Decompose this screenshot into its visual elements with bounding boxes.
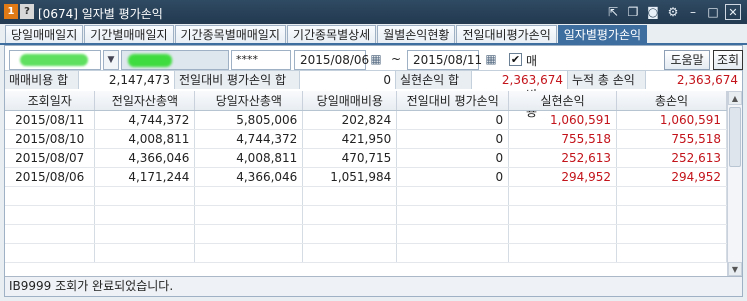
cell-prev-day-eval-pnl: 0 xyxy=(396,110,510,130)
pin-icon[interactable]: ⇱ xyxy=(605,4,621,20)
empty-row xyxy=(5,205,727,225)
main-panel: ▼ **** 2015/08/06 ▦ ~ 2015/08/11 ▦ ✔ 매매비… xyxy=(4,45,743,297)
cell-total-pnl: 252,613 xyxy=(616,148,727,168)
window-controls: ⇱ ❐ ◙ ⚙ – □ ✕ xyxy=(605,4,741,20)
minimize-icon[interactable]: – xyxy=(685,4,701,20)
window-title: [0674] 일자별 평가손익 xyxy=(38,7,163,21)
column-header-today-assets[interactable]: 당일자산총액 xyxy=(194,91,304,111)
window-number-badge: 1 xyxy=(4,4,18,19)
account-name-redaction xyxy=(128,54,172,67)
scroll-up-icon[interactable]: ▲ xyxy=(728,91,742,105)
tab-daily-journal[interactable]: 당일매매일지 xyxy=(5,25,84,44)
tab-period-stock-detail[interactable]: 기간종목별상세 xyxy=(286,25,377,44)
end-date-field[interactable]: 2015/08/11 xyxy=(407,50,482,70)
camera-icon[interactable]: ◙ xyxy=(645,4,661,20)
empty-row xyxy=(5,224,727,244)
password-field[interactable]: **** xyxy=(231,50,291,70)
table-row[interactable]: 2015/08/06 4,171,244 4,366,046 1,051,984… xyxy=(5,167,727,187)
cell-date: 2015/08/06 xyxy=(5,167,96,187)
column-header-total-pnl[interactable]: 총손익 xyxy=(616,91,727,111)
cell-today-assets: 4,008,811 xyxy=(194,148,304,168)
table-header-row: 조회일자 전일자산총액 당일자산총액 당일매매비용 전일대비 평가손익 실현손익… xyxy=(5,91,727,111)
cell-prev-day-eval-pnl: 0 xyxy=(396,129,510,149)
calendar-icon[interactable]: ▦ xyxy=(483,51,499,69)
start-date-field[interactable]: 2015/08/06 xyxy=(294,50,369,70)
status-bar: IB9999 조회가 완료되었습니다. xyxy=(5,276,742,296)
cell-today-fees: 470,715 xyxy=(302,148,398,168)
column-header-prev-day-eval-pnl[interactable]: 전일대비 평가손익 xyxy=(396,91,510,111)
cell-today-assets: 4,744,372 xyxy=(194,129,304,149)
account-dropdown-button[interactable]: ▼ xyxy=(103,50,119,70)
fee-sum-value: 2,147,473 xyxy=(79,71,175,89)
cell-total-pnl: 1,060,591 xyxy=(616,110,727,130)
cell-today-fees: 202,824 xyxy=(302,110,398,130)
copy-icon[interactable]: ❐ xyxy=(625,4,641,20)
empty-row xyxy=(5,186,727,206)
column-header-today-fees[interactable]: 당일매매비용 xyxy=(302,91,398,111)
realized-sum-value: 2,363,674 xyxy=(472,71,568,89)
cell-realized-pnl: 294,952 xyxy=(508,167,618,187)
table-row[interactable]: 2015/08/07 4,366,046 4,008,811 470,715 0… xyxy=(5,148,727,168)
cell-date: 2015/08/11 xyxy=(5,110,96,130)
column-header-prev-assets[interactable]: 전일자산총액 xyxy=(94,91,196,111)
cell-today-assets: 5,805,006 xyxy=(194,110,304,130)
realized-sum-label: 실현손익 합 xyxy=(396,71,472,89)
table-row[interactable]: 2015/08/10 4,008,811 4,744,372 421,950 0… xyxy=(5,129,727,149)
summary-row: 매매비용 합 2,147,473 전일대비 평가손익 합 0 실현손익 합 2,… xyxy=(5,70,742,89)
scroll-down-icon[interactable]: ▼ xyxy=(728,262,742,276)
cell-today-fees: 1,051,984 xyxy=(302,167,398,187)
cell-prev-assets: 4,744,372 xyxy=(94,110,196,130)
calendar-icon[interactable]: ▦ xyxy=(368,51,384,69)
account-name-field xyxy=(121,50,229,70)
total-pnl-value: 2,363,674 xyxy=(646,71,742,89)
vertical-scrollbar[interactable]: ▲ ▼ xyxy=(727,91,742,276)
empty-row xyxy=(5,243,727,263)
table-row[interactable]: 2015/08/11 4,744,372 5,805,006 202,824 0… xyxy=(5,110,727,130)
gear-icon[interactable]: ⚙ xyxy=(665,4,681,20)
cell-realized-pnl: 1,060,591 xyxy=(508,110,618,130)
tab-monthly-pnl[interactable]: 월별손익현황 xyxy=(377,25,456,44)
cell-today-assets: 4,366,046 xyxy=(194,167,304,187)
cell-prev-assets: 4,008,811 xyxy=(94,129,196,149)
cell-total-pnl: 755,518 xyxy=(616,129,727,149)
cell-prev-day-eval-pnl: 0 xyxy=(396,148,510,168)
fee-sum-label: 매매비용 합 xyxy=(5,71,79,89)
prev-day-eval-sum-value: 0 xyxy=(300,71,396,89)
title-bar: 1 ? [0674] 일자별 평가손익 ⇱ ❐ ◙ ⚙ – □ ✕ xyxy=(0,0,747,24)
tab-daily-eval-pnl[interactable]: 일자별평가손익 xyxy=(557,25,648,44)
total-pnl-label: 누적 총 손익 xyxy=(568,71,646,89)
maximize-icon[interactable]: □ xyxy=(705,4,721,20)
column-header-realized-pnl[interactable]: 실현손익 xyxy=(508,91,618,111)
tab-bar: 당일매매일지 기간별매매일지 기간종목별매매일지 기간종목별상세 월별손익현황 … xyxy=(5,25,648,44)
pnl-table: 조회일자 전일자산총액 당일자산총액 당일매매비용 전일대비 평가손익 실현손익… xyxy=(5,91,727,276)
date-range-separator: ~ xyxy=(391,52,402,66)
fee-checkbox[interactable]: ✔ xyxy=(509,53,522,66)
query-button[interactable]: 조회 xyxy=(713,50,743,70)
cell-today-fees: 421,950 xyxy=(302,129,398,149)
help-button[interactable]: 도움말 xyxy=(664,50,710,70)
scrollbar-thumb[interactable] xyxy=(729,107,741,167)
cell-prev-day-eval-pnl: 0 xyxy=(396,167,510,187)
account-number-field[interactable] xyxy=(9,50,101,70)
help-question-icon[interactable]: ? xyxy=(20,4,34,19)
tab-period-stock-journal[interactable]: 기간종목별매매일지 xyxy=(174,25,286,44)
cell-prev-assets: 4,171,244 xyxy=(94,167,196,187)
cell-prev-assets: 4,366,046 xyxy=(94,148,196,168)
cell-date: 2015/08/10 xyxy=(5,129,96,149)
account-number-redaction xyxy=(20,54,88,66)
cell-realized-pnl: 252,613 xyxy=(508,148,618,168)
cell-total-pnl: 294,952 xyxy=(616,167,727,187)
tab-period-journal[interactable]: 기간별매매일지 xyxy=(84,25,174,44)
cell-realized-pnl: 755,518 xyxy=(508,129,618,149)
tab-prev-day-eval-pnl[interactable]: 전일대비평가손익 xyxy=(456,25,557,44)
close-icon[interactable]: ✕ xyxy=(725,4,741,20)
cell-date: 2015/08/07 xyxy=(5,148,96,168)
column-header-date[interactable]: 조회일자 xyxy=(5,91,96,111)
prev-day-eval-sum-label: 전일대비 평가손익 합 xyxy=(175,71,300,89)
